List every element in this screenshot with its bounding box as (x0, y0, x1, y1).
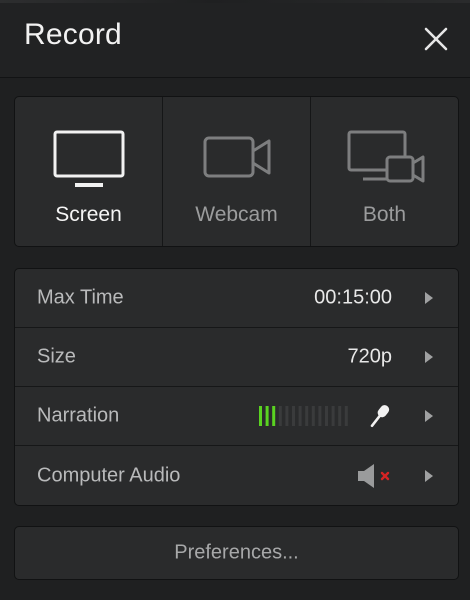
meter-bar-inactive (278, 406, 282, 426)
max-time-value: 00:15:00 (314, 286, 392, 309)
record-settings-list: Max Time 00:15:00 Size 720p Narration Co… (14, 268, 459, 506)
microphone-icon[interactable] (366, 402, 392, 430)
panel-title: Record (24, 18, 122, 51)
meter-bar-inactive (311, 406, 315, 426)
record-panel: Record Screen Webcam Both Max Time 00:15… (0, 0, 470, 600)
mode-webcam-label: Webcam (195, 203, 278, 226)
size-row[interactable]: Size 720p (15, 328, 458, 387)
meter-bar-inactive (331, 406, 335, 426)
computer-audio-row[interactable]: Computer Audio (15, 446, 458, 505)
meter-bar-inactive (318, 406, 322, 426)
chevron-right-icon (425, 470, 433, 482)
meter-bar-inactive (292, 406, 295, 426)
speaker-muted-icon[interactable] (356, 463, 394, 489)
record-mode-selector: Screen Webcam Both (14, 96, 459, 247)
preferences-button[interactable]: Preferences... (14, 526, 459, 580)
size-label: Size (37, 345, 76, 368)
meter-bar-inactive (325, 406, 328, 426)
mode-both-label: Both (362, 203, 407, 226)
meter-bar-active (265, 406, 269, 426)
mode-webcam-button[interactable]: Webcam (163, 97, 311, 246)
header: Record (0, 0, 470, 77)
mode-both-button[interactable]: Both (311, 97, 458, 246)
meter-bar-inactive (285, 406, 289, 426)
narration-row[interactable]: Narration (15, 387, 458, 446)
chevron-right-icon (425, 351, 433, 363)
chevron-right-icon (425, 292, 433, 304)
meter-bar-inactive (298, 406, 302, 426)
webcam-icon (203, 136, 270, 178)
meter-bar-active (259, 406, 262, 426)
header-divider (0, 77, 470, 78)
computer-audio-label: Computer Audio (37, 464, 181, 487)
top-accent-line (0, 0, 470, 3)
meter-bar-inactive (344, 406, 348, 426)
mode-screen-label: Screen (55, 203, 122, 226)
size-value: 720p (347, 345, 393, 368)
chevron-right-icon (425, 410, 433, 422)
monitor-webcam-icon (347, 130, 424, 183)
meter-bar-inactive (338, 406, 342, 426)
close-icon (424, 27, 448, 51)
audio-level-meter (259, 406, 348, 426)
mode-screen-button[interactable]: Screen (15, 97, 163, 246)
meter-bar-active (272, 406, 276, 426)
meter-bar-inactive (305, 406, 309, 426)
close-button[interactable] (417, 20, 455, 58)
preferences-label: Preferences... (174, 541, 299, 564)
max-time-row[interactable]: Max Time 00:15:00 (15, 269, 458, 328)
max-time-label: Max Time (37, 286, 124, 309)
narration-label: Narration (37, 404, 120, 427)
monitor-icon (53, 130, 124, 187)
